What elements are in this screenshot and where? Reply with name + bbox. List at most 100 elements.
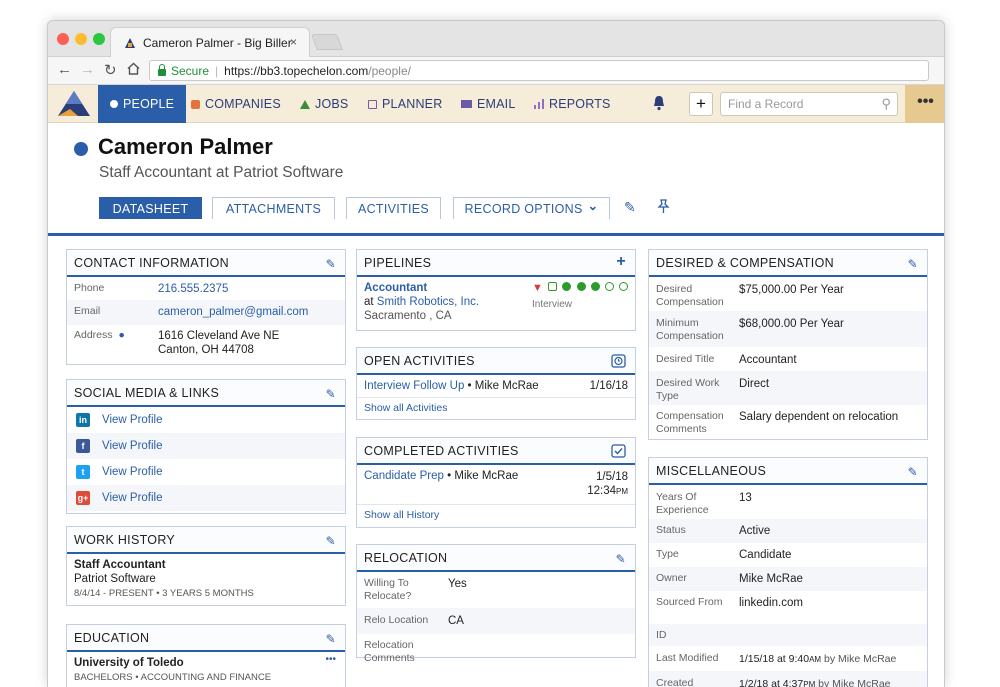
- edit-pencil-icon[interactable]: ✎: [326, 257, 336, 271]
- facebook-row: f View Profile: [67, 433, 345, 459]
- open-activities-card: OPEN ACTIVITIES Interview Follow Up • Mi…: [356, 347, 636, 420]
- tab-datasheet[interactable]: DATASHEET: [99, 197, 202, 219]
- map-pin-icon[interactable]: ●: [118, 329, 124, 341]
- completed-activity-datetime: 1/5/18 12:34PM: [587, 470, 628, 499]
- completed-activity-link[interactable]: Candidate Prep: [364, 470, 444, 482]
- nav-companies[interactable]: COMPANIES: [191, 85, 281, 123]
- education-header: EDUCATION ✎: [67, 625, 345, 652]
- stage-pending-icon: [604, 282, 614, 291]
- tab-attachments[interactable]: ATTACHMENTS: [212, 197, 335, 219]
- address-label-text: Address: [74, 329, 113, 341]
- relo-comments-label: Relocation Comments: [364, 639, 415, 664]
- url-separator: |: [215, 63, 219, 78]
- completed-activities-title: COMPLETED ACTIVITIES: [364, 443, 519, 458]
- tab-title: Cameron Palmer - Big Biller: [143, 35, 292, 50]
- relocation-header: RELOCATION ✎: [357, 545, 635, 572]
- completed-activity-date: 1/5/18: [596, 471, 628, 483]
- work-history-card: WORK HISTORY ✎ Staff Accountant Patriot …: [66, 526, 346, 606]
- open-activity-link[interactable]: Interview Follow Up: [364, 380, 464, 392]
- desired-row-value: Accountant: [739, 354, 797, 366]
- back-arrow-icon[interactable]: ←: [57, 61, 72, 78]
- add-record-button[interactable]: +: [689, 92, 713, 116]
- relocation-title: RELOCATION: [364, 550, 448, 565]
- pin-icon[interactable]: [657, 199, 670, 217]
- completed-activity-owner: Mike McRae: [454, 470, 519, 482]
- more-options-icon[interactable]: •••: [325, 654, 336, 665]
- contact-card: CONTACT INFORMATION ✎ Phone 216.555.2375…: [66, 249, 346, 365]
- contact-card-header: CONTACT INFORMATION ✎: [67, 250, 345, 277]
- minimize-window-button[interactable]: [75, 33, 87, 45]
- more-menu-button[interactable]: •••: [905, 85, 944, 123]
- record-options-label: RECORD OPTIONS: [464, 201, 583, 216]
- nav-jobs-label: JOBS: [315, 97, 349, 111]
- linkedin-profile-link[interactable]: View Profile: [102, 414, 163, 426]
- show-all-history-link[interactable]: Show all History: [357, 504, 635, 525]
- phone-link[interactable]: 216.555.2375: [158, 282, 228, 296]
- desired-row: Desired Title Accountant: [649, 347, 927, 371]
- misc-row-value: linkedin.com: [739, 597, 803, 609]
- add-pipeline-icon[interactable]: +: [616, 253, 626, 271]
- tab-activities[interactable]: ACTIVITIES: [346, 197, 441, 219]
- page-title: Cameron Palmer: [98, 134, 273, 159]
- tab-close-icon[interactable]: ×: [290, 35, 297, 49]
- find-record-placeholder: Find a Record: [728, 97, 804, 111]
- url-field[interactable]: Secure | https://bb3.topechelon.com /peo…: [149, 60, 929, 81]
- nav-jobs[interactable]: JOBS: [300, 85, 348, 123]
- desired-row-label: Desired Work Type: [656, 377, 720, 402]
- checkbox-calendar-icon[interactable]: [611, 443, 626, 461]
- twitter-profile-link[interactable]: View Profile: [102, 466, 163, 478]
- facebook-profile-link[interactable]: View Profile: [102, 440, 163, 452]
- find-record-input[interactable]: Find a Record ⚲: [720, 92, 898, 116]
- edit-pencil-icon[interactable]: ✎: [326, 534, 336, 548]
- linkedin-icon: in: [76, 413, 90, 427]
- top-echelon-logo-icon[interactable]: [54, 89, 94, 119]
- forward-arrow-icon[interactable]: →: [80, 61, 95, 78]
- maximize-window-button[interactable]: [93, 33, 105, 45]
- app-navbar: PEOPLE COMPANIES JOBS PLANNER EMAIL REPO…: [48, 85, 944, 123]
- show-all-activities-link[interactable]: Show all Activities: [357, 397, 635, 418]
- address-value: 1616 Cleveland Ave NE Canton, OH 44708: [158, 329, 279, 357]
- chevron-down-icon: ⌄: [587, 199, 599, 213]
- relo-comments-row: Relocation Comments: [357, 634, 635, 669]
- email-link[interactable]: cameron_palmer@gmail.com: [158, 305, 308, 319]
- home-icon[interactable]: [127, 62, 140, 79]
- nav-people[interactable]: PEOPLE: [98, 85, 187, 123]
- desired-row: Compensation Comments Salary dependent o…: [649, 405, 927, 438]
- willing-relocate-row: Willing To Relocate? Yes: [357, 572, 635, 608]
- bell-icon[interactable]: [652, 95, 666, 111]
- edit-pencil-icon[interactable]: ✎: [908, 257, 918, 271]
- close-window-button[interactable]: [57, 33, 69, 45]
- tab-record-options[interactable]: RECORD OPTIONS ⌄: [453, 197, 610, 219]
- desired-row-label: Desired Compensation: [656, 283, 724, 308]
- edit-pencil-icon[interactable]: ✎: [616, 552, 626, 566]
- social-card-title: SOCIAL MEDIA & LINKS: [74, 385, 220, 400]
- new-tab-button[interactable]: [311, 34, 343, 50]
- nav-email[interactable]: EMAIL: [461, 85, 516, 123]
- last-modified-value: 1/15/18 at 9:40AM by Mike McRae: [739, 652, 896, 667]
- phone-row: Phone 216.555.2375: [67, 277, 345, 300]
- pipeline-company-link[interactable]: Smith Robotics, Inc.: [377, 296, 479, 308]
- created-label: Created: [656, 677, 694, 687]
- googleplus-profile-link[interactable]: View Profile: [102, 492, 163, 504]
- alarm-clock-icon[interactable]: [611, 353, 626, 371]
- browser-tab[interactable]: Cameron Palmer - Big Biller ×: [110, 27, 310, 57]
- edit-pencil-icon[interactable]: ✎: [326, 632, 336, 646]
- misc-row-value: Candidate: [739, 549, 792, 561]
- nav-companies-label: COMPANIES: [205, 97, 281, 111]
- nav-planner[interactable]: PLANNER: [368, 85, 442, 123]
- miscellaneous-header: MISCELLANEOUS ✎: [649, 458, 927, 485]
- search-icon[interactable]: ⚲: [881, 96, 891, 112]
- reload-icon[interactable]: ↻: [104, 61, 117, 79]
- pipeline-progress[interactable]: ▼: [532, 282, 630, 294]
- desired-row-value: Salary dependent on relocation: [739, 411, 899, 423]
- edit-pencil-icon[interactable]: ✎: [908, 465, 918, 479]
- misc-row: Owner Mike McRae: [649, 567, 927, 591]
- edit-pencil-icon[interactable]: ✎: [326, 387, 336, 401]
- nav-reports[interactable]: REPORTS: [534, 85, 611, 123]
- desired-row-value: Direct: [739, 378, 770, 390]
- misc-row: ID: [649, 624, 927, 646]
- stage-submitted-icon: [548, 282, 558, 291]
- people-icon: [110, 100, 118, 108]
- companies-icon: [191, 99, 200, 109]
- edit-record-icon[interactable]: ✎: [624, 199, 636, 216]
